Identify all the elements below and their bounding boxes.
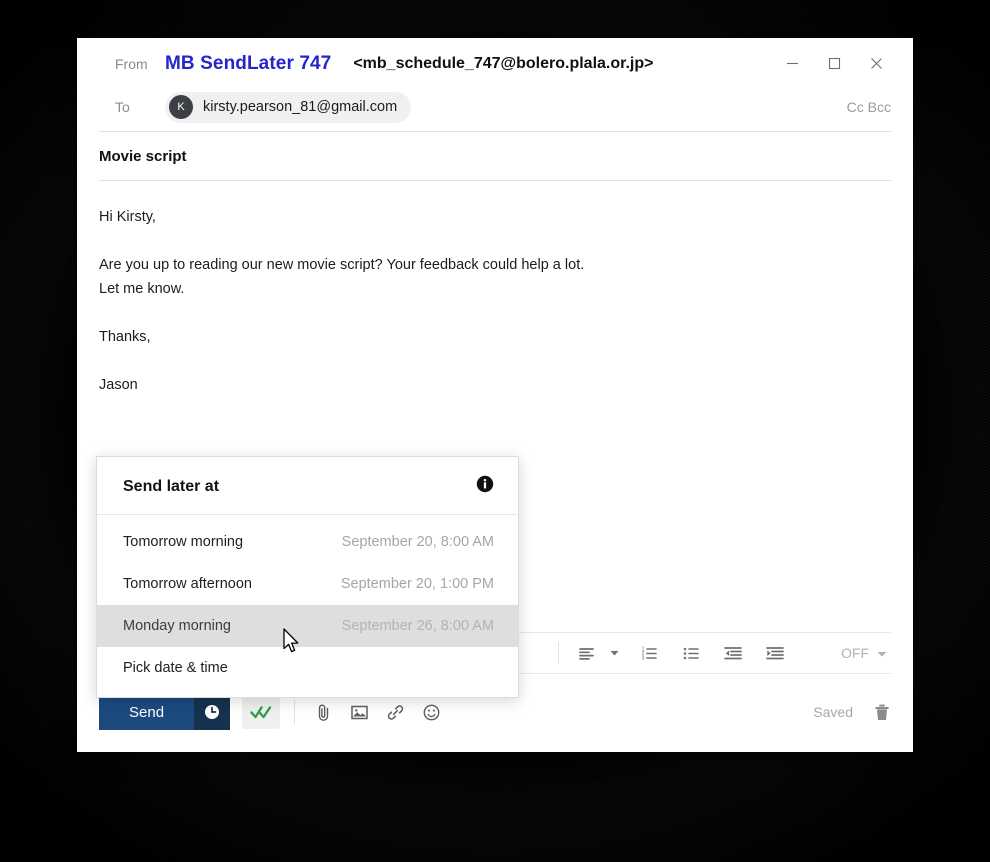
option-date: September 20, 8:00 AM [341, 534, 494, 550]
minimize-button[interactable] [771, 49, 813, 79]
send-later-options: Tomorrow morning September 20, 8:00 AM T… [97, 521, 518, 689]
toolbar-separator [558, 642, 559, 664]
send-button[interactable]: Send [99, 694, 195, 730]
double-check-icon [250, 706, 272, 719]
align-chevron-down-icon[interactable] [606, 636, 622, 670]
body-line: Are you up to reading our new movie scri… [99, 257, 585, 273]
body-line: Let me know. [99, 281, 185, 297]
info-icon[interactable] [476, 475, 494, 498]
body-gap [99, 229, 891, 253]
option-label: Tomorrow morning [123, 534, 244, 550]
send-later-title: Send later at [123, 477, 220, 495]
subject-row[interactable]: Movie script [77, 132, 913, 180]
email-body[interactable]: Hi Kirsty, Are you up to reading our new… [77, 181, 913, 407]
send-button-group: Send [99, 694, 231, 730]
to-row: To K kirsty.pearson_81@gmail.com Cc Bcc [77, 83, 913, 131]
tracking-value: OFF [841, 645, 869, 661]
cc-bcc-toggle[interactable]: Cc Bcc [847, 99, 897, 115]
recipient-chip[interactable]: K kirsty.pearson_81@gmail.com [165, 91, 412, 123]
option-label: Monday morning [123, 618, 231, 634]
subject-text: Movie script [99, 148, 187, 165]
align-icon[interactable] [569, 636, 603, 670]
send-later-option-tomorrow-afternoon[interactable]: Tomorrow afternoon September 20, 1:00 PM [97, 563, 518, 605]
window-controls [771, 49, 897, 79]
svg-text:3: 3 [641, 655, 644, 661]
emoji-icon[interactable] [413, 695, 449, 729]
read-tracking-button[interactable] [242, 695, 281, 729]
close-button[interactable] [855, 49, 897, 79]
sender-email: <mb_schedule_747@bolero.plala.or.jp> [353, 54, 654, 72]
from-row: From MB SendLater 747 <mb_schedule_747@b… [77, 38, 913, 83]
send-later-option-monday-morning[interactable]: Monday morning September 26, 8:00 AM [97, 605, 518, 647]
body-line: Hi Kirsty, [99, 209, 156, 225]
body-line: Thanks, [99, 329, 151, 345]
option-label: Pick date & time [123, 660, 228, 676]
clock-icon [205, 705, 220, 719]
saved-group: Saved [813, 703, 891, 722]
tracking-chevron-down-icon [877, 645, 887, 661]
recipient-email: kirsty.pearson_81@gmail.com [203, 99, 398, 115]
image-icon[interactable] [341, 695, 377, 729]
link-icon[interactable] [377, 695, 413, 729]
action-bar-separator [294, 700, 296, 724]
send-later-option-tomorrow-morning[interactable]: Tomorrow morning September 20, 8:00 AM [97, 521, 518, 563]
sender-name[interactable]: MB SendLater 747 [165, 53, 331, 75]
attachment-icon[interactable] [305, 695, 341, 729]
body-gap [99, 301, 891, 325]
tracking-dropdown[interactable]: OFF [841, 645, 891, 661]
indent-icon[interactable] [758, 636, 792, 670]
schedule-send-button[interactable] [194, 694, 231, 730]
send-later-panel: Send later at Tomorrow morning September… [96, 456, 519, 698]
avatar: K [169, 95, 193, 119]
bulleted-list-icon[interactable] [674, 636, 708, 670]
option-date: September 26, 8:00 AM [341, 618, 494, 634]
trash-icon[interactable] [873, 703, 891, 722]
body-line: Jason [99, 377, 138, 393]
body-gap [99, 349, 891, 373]
option-date: September 20, 1:00 PM [340, 576, 494, 592]
from-label: From [115, 55, 148, 72]
option-label: Tomorrow afternoon [123, 576, 252, 592]
to-label: To [115, 99, 130, 115]
numbered-list-icon[interactable]: 123 [632, 636, 666, 670]
send-later-header: Send later at [97, 457, 518, 515]
maximize-button[interactable] [813, 49, 855, 79]
saved-status: Saved [813, 704, 853, 720]
send-later-option-pick-date-time[interactable]: Pick date & time [97, 647, 518, 689]
outdent-icon[interactable] [716, 636, 750, 670]
